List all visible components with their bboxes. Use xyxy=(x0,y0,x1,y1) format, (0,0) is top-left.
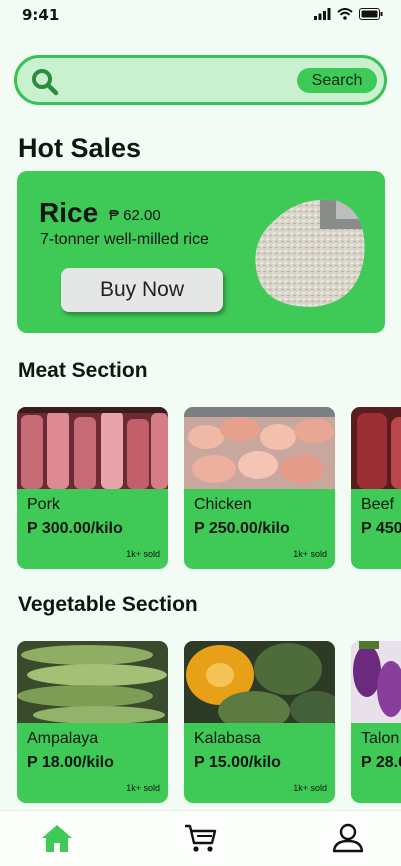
meat-section-title: Meat Section xyxy=(18,359,148,382)
product-sold: 1k+ sold xyxy=(126,783,160,793)
meat-row: Pork P 300.00/kilo 1k+ sold Chicken P 25… xyxy=(17,407,401,572)
search-button[interactable]: Search xyxy=(297,68,377,93)
pork-image xyxy=(17,407,168,489)
product-price: P 450 xyxy=(361,520,401,537)
product-card-pork[interactable]: Pork P 300.00/kilo 1k+ sold xyxy=(17,407,168,569)
product-price: P 18.00/kilo xyxy=(27,754,114,771)
search-icon xyxy=(32,69,59,96)
hot-product-name: Rice xyxy=(39,197,99,228)
vegetable-section-title: Vegetable Section xyxy=(18,593,198,616)
product-card-kalabasa[interactable]: Kalabasa P 15.00/kilo 1k+ sold xyxy=(184,641,335,803)
product-sold: 1k+ sold xyxy=(293,783,327,793)
talong-image xyxy=(351,641,401,723)
product-name: Kalabasa xyxy=(194,730,261,747)
buy-now-button[interactable]: Buy Now xyxy=(61,268,223,312)
hot-sales-card[interactable]: Rice ₱ 62.00 7-tonner well-milled rice B… xyxy=(17,171,385,333)
cart-icon[interactable] xyxy=(184,823,218,853)
bottom-navigation xyxy=(0,810,401,866)
hot-product-price: ₱ 62.00 xyxy=(109,207,161,224)
product-card-beef[interactable]: Beef P 450 xyxy=(351,407,401,569)
search-input[interactable] xyxy=(69,68,299,92)
product-card-talong[interactable]: Talon P 28.0 xyxy=(351,641,401,803)
kalabasa-image xyxy=(184,641,335,723)
signal-icon xyxy=(314,8,331,20)
product-price: P 28.0 xyxy=(361,754,401,771)
hot-sales-title: Hot Sales xyxy=(18,133,142,163)
chicken-image xyxy=(184,407,335,489)
product-name: Talon xyxy=(361,730,400,747)
product-name: Ampalaya xyxy=(27,730,99,747)
search-bar[interactable]: Search xyxy=(14,55,387,105)
product-name: Pork xyxy=(27,496,60,513)
rice-image xyxy=(255,199,365,307)
status-time: 9:41 xyxy=(22,6,60,24)
product-sold: 1k+ sold xyxy=(293,549,327,559)
wifi-icon xyxy=(337,8,353,20)
status-icons xyxy=(314,8,383,20)
battery-icon xyxy=(359,8,383,20)
ampalaya-image xyxy=(17,641,168,723)
status-bar: 9:41 xyxy=(0,0,401,32)
beef-image xyxy=(351,407,401,489)
product-card-ampalaya[interactable]: Ampalaya P 18.00/kilo 1k+ sold xyxy=(17,641,168,803)
product-name: Chicken xyxy=(194,496,252,513)
product-sold: 1k+ sold xyxy=(126,549,160,559)
vegetable-row: Ampalaya P 18.00/kilo 1k+ sold Kalabasa … xyxy=(17,641,401,806)
hot-product-description: 7-tonner well-milled rice xyxy=(40,231,209,248)
profile-icon[interactable] xyxy=(331,823,365,853)
product-name: Beef xyxy=(361,496,394,513)
product-price: P 15.00/kilo xyxy=(194,754,281,771)
product-card-chicken[interactable]: Chicken P 250.00/kilo 1k+ sold xyxy=(184,407,335,569)
product-price: P 250.00/kilo xyxy=(194,520,290,537)
home-icon[interactable] xyxy=(40,823,74,853)
product-price: P 300.00/kilo xyxy=(27,520,123,537)
